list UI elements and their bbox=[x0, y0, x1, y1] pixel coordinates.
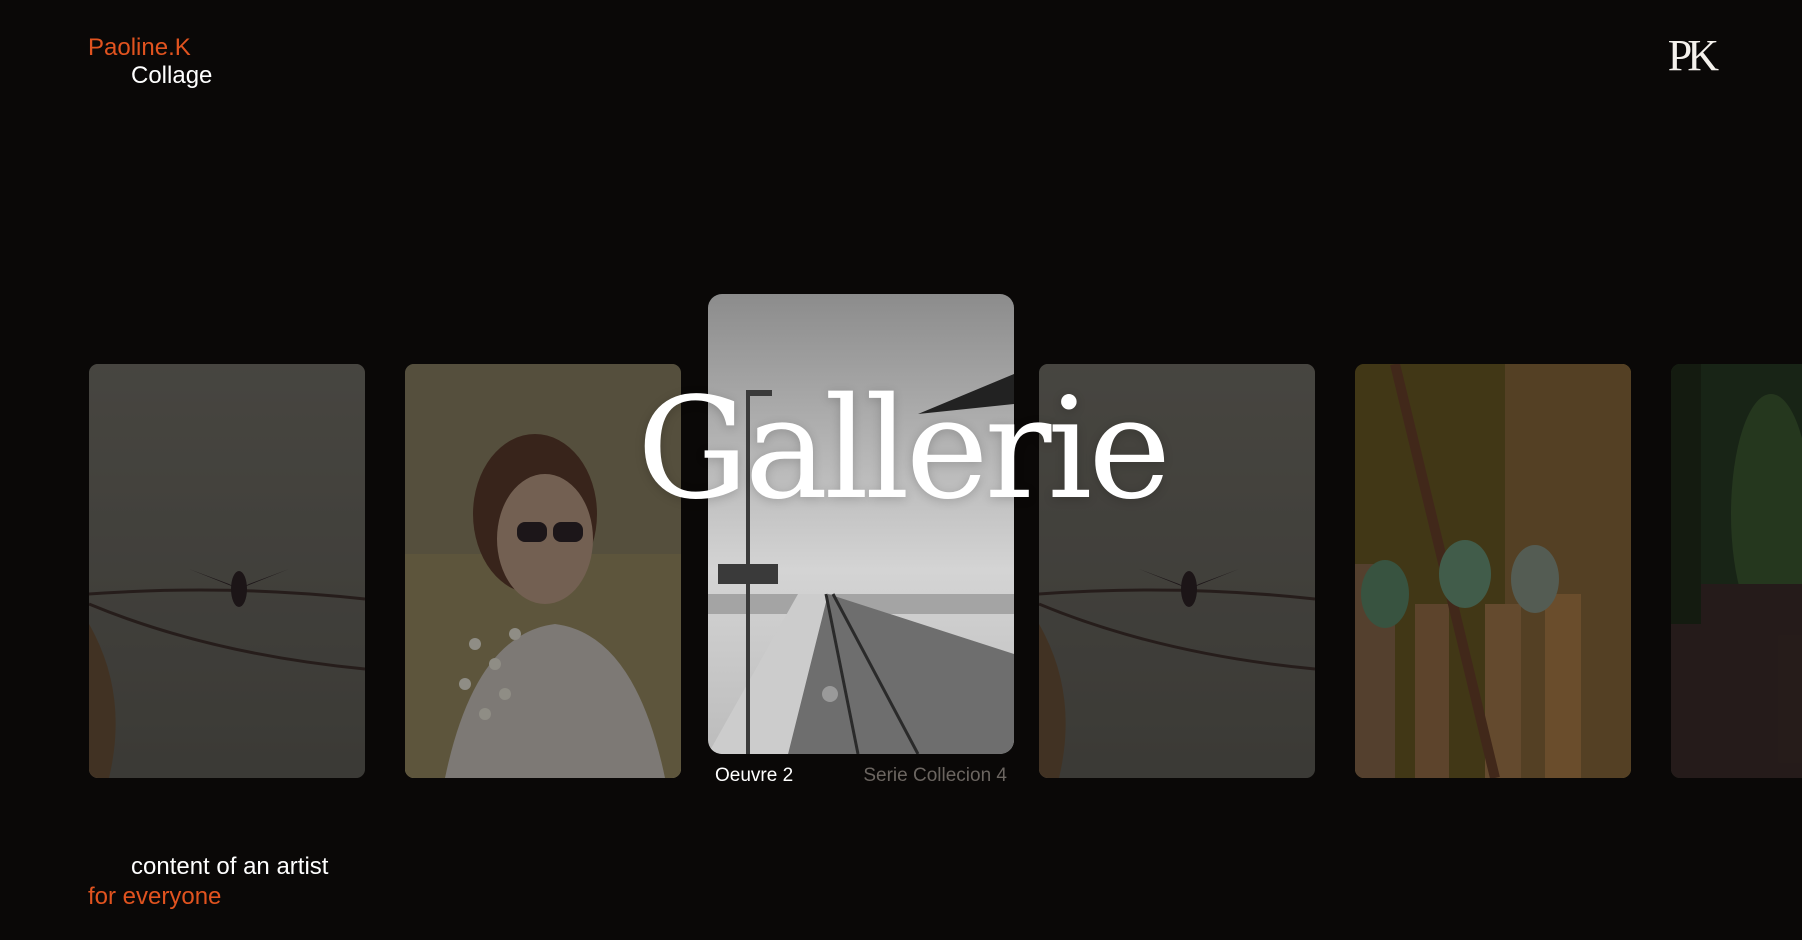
forest-image bbox=[1671, 364, 1802, 778]
gallery-card-cormorant[interactable] bbox=[89, 364, 365, 778]
cormorant-image bbox=[1039, 364, 1315, 778]
gallery-carousel[interactable]: Oeuvre 2 Serie Collecion 4 bbox=[0, 0, 1802, 940]
artwork-series: Serie Collecion 4 bbox=[863, 765, 1007, 786]
pier-image bbox=[708, 294, 1014, 754]
tagline-line-2: for everyone bbox=[88, 883, 222, 910]
cormorant-image bbox=[89, 364, 365, 778]
gallery-card-bottles[interactable] bbox=[1355, 364, 1631, 778]
gallery-card-girl[interactable] bbox=[405, 364, 681, 778]
gallery-card-cormorant-2[interactable] bbox=[1039, 364, 1315, 778]
artwork-title[interactable]: Oeuvre 2 bbox=[715, 765, 793, 787]
tagline-line-1: content of an artist bbox=[131, 853, 329, 880]
gallery-card-pier-active[interactable] bbox=[708, 294, 1014, 754]
girl-image bbox=[405, 364, 681, 778]
tagline: content of an artist for everyone bbox=[88, 852, 328, 912]
bottles-image bbox=[1355, 364, 1631, 778]
gallery-card-forest[interactable] bbox=[1671, 364, 1802, 778]
